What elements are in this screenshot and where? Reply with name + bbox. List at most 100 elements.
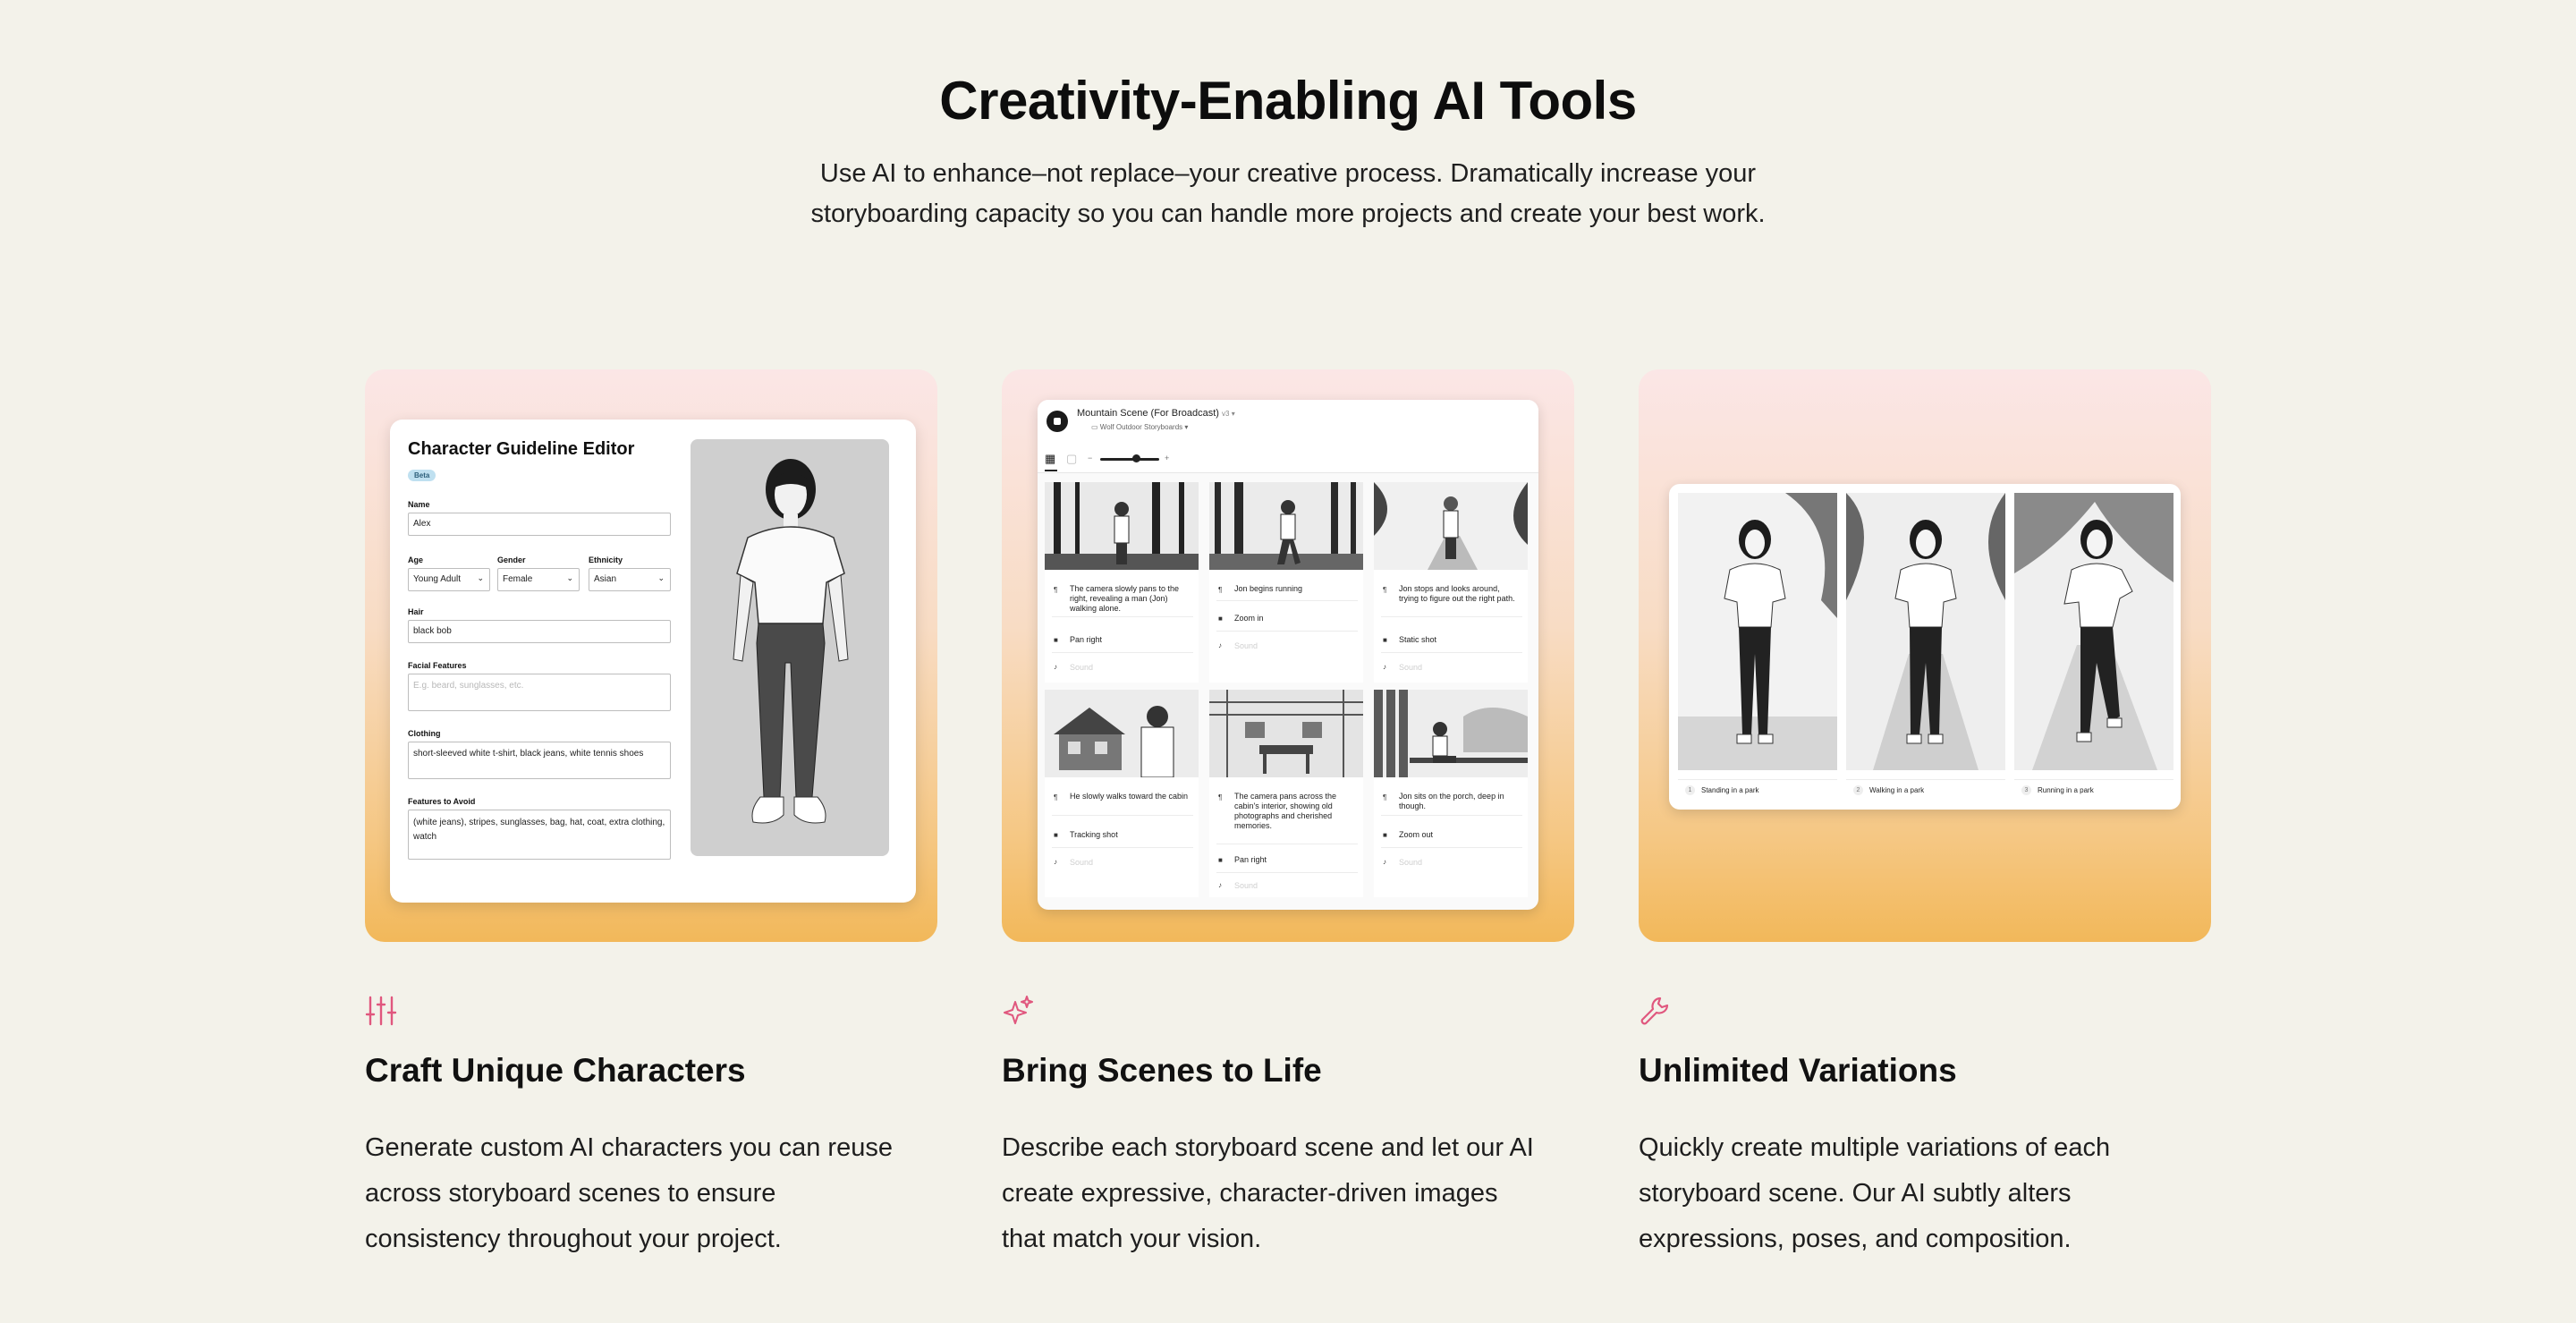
divider [1381, 815, 1522, 816]
frame-description[interactable]: Jon stops and looks around, trying to fi… [1399, 584, 1521, 604]
name-field[interactable]: Alex [408, 513, 671, 536]
gender-select[interactable]: Female ⌄ [497, 568, 580, 591]
frame-image [1374, 482, 1528, 570]
frame-image [1209, 690, 1363, 777]
frame-description[interactable]: He slowly walks toward the cabin [1070, 792, 1191, 801]
cabin-interior-illustration [1209, 690, 1363, 777]
section-subtitle: Use AI to enhance–not replace–your creat… [733, 154, 1843, 234]
divider [1052, 616, 1193, 617]
variation-caption-text: Walking in a park [1869, 786, 1925, 794]
desc-line: Generate custom AI characters you can re… [365, 1133, 893, 1162]
frame-sound[interactable]: Sound [1399, 858, 1521, 868]
woman-walking-illustration [1846, 493, 2005, 770]
zoom-in-icon[interactable]: + [1165, 454, 1169, 462]
zoom-out-icon[interactable]: − [1088, 454, 1092, 462]
hair-value: black bob [413, 626, 452, 636]
storyboard-toolbar: ▦ ▢ − + [1038, 445, 1538, 473]
description-icon: ¶ [1383, 586, 1387, 594]
feature-desc-variations: Quickly create multiple variations of ea… [1639, 1125, 2229, 1262]
frame-sound[interactable]: Sound [1070, 663, 1191, 673]
storyboard-frame-4[interactable]: ¶ He slowly walks toward the cabin ■ Tra… [1045, 690, 1199, 897]
frame-shot[interactable]: Zoom in [1234, 614, 1356, 623]
desc-line: Quickly create multiple variations of ea… [1639, 1133, 2111, 1162]
active-view-underline [1045, 470, 1057, 471]
sparkles-icon [1004, 996, 1033, 1024]
desc-line: storyboard scene. Our AI subtly alters [1639, 1179, 2072, 1208]
frame-shot[interactable]: Static shot [1399, 635, 1521, 645]
divider [1381, 652, 1522, 653]
divider [1216, 872, 1358, 873]
facial-features-field[interactable]: E.g. beard, sunglasses, etc. [408, 674, 671, 711]
ethnicity-select[interactable]: Asian ⌄ [589, 568, 671, 591]
storyboard-title[interactable]: Mountain Scene (For Broadcast) v3 ▾ [1077, 408, 1235, 419]
variation-image [1846, 493, 2005, 770]
feature-card-scenes: Mountain Scene (For Broadcast) v3 ▾ ▭ Wo… [1002, 369, 1574, 942]
storyboard-frame-3[interactable]: ¶ Jon stops and looks around, trying to … [1374, 482, 1528, 683]
frame-shot[interactable]: Zoom out [1399, 830, 1521, 840]
frame-sound[interactable]: Sound [1234, 641, 1356, 651]
frame-sound[interactable]: Sound [1070, 858, 1191, 868]
woman-standing-illustration [1678, 493, 1837, 770]
frame-image [1209, 482, 1363, 570]
frame-sound[interactable]: Sound [1399, 663, 1521, 673]
storyboard-title-text: Mountain Scene (For Broadcast) [1077, 408, 1219, 419]
app-logo-icon[interactable] [1046, 411, 1068, 432]
divider [1381, 616, 1522, 617]
frame-image [1045, 482, 1199, 570]
forest-path-illustration [1374, 482, 1528, 570]
sound-icon: ♪ [1054, 858, 1057, 866]
frame-description[interactable]: Jon begins running [1234, 584, 1356, 594]
desc-line: across storyboard scenes to ensure [365, 1179, 776, 1208]
features-to-avoid-label: Features to Avoid [408, 797, 476, 806]
facial-features-label: Facial Features [408, 661, 467, 670]
porch-scene-illustration [1374, 690, 1528, 777]
storyboard-frame-5[interactable]: ¶ The camera pans across the cabin's int… [1209, 690, 1363, 897]
storyboard-header: Mountain Scene (For Broadcast) v3 ▾ ▭ Wo… [1038, 400, 1538, 445]
gender-label: Gender [497, 555, 526, 564]
chevron-down-icon: ⌄ [657, 573, 665, 582]
hair-label: Hair [408, 607, 424, 616]
frame-shot[interactable]: Pan right [1070, 635, 1191, 645]
storyboard-frame-1[interactable]: ¶ The camera slowly pans to the right, r… [1045, 482, 1199, 683]
desc-line: that match your vision. [1002, 1225, 1262, 1253]
hair-field[interactable]: black bob [408, 620, 671, 643]
frame-shot[interactable]: Tracking shot [1070, 830, 1191, 840]
divider [1052, 847, 1193, 848]
zoom-slider[interactable] [1100, 458, 1159, 461]
camera-icon: ■ [1054, 636, 1058, 644]
sound-icon: ♪ [1383, 663, 1386, 671]
zoom-slider-handle[interactable] [1132, 454, 1140, 462]
frame-description[interactable]: The camera pans across the cabin's inter… [1234, 792, 1356, 831]
version-dropdown[interactable]: v3 ▾ [1222, 410, 1235, 418]
frame-description[interactable]: Jon sits on the porch, deep in though. [1399, 792, 1521, 811]
frame-shot[interactable]: Pan right [1234, 855, 1356, 865]
desc-line: create expressive, character-driven imag… [1002, 1179, 1498, 1208]
frame-image [1045, 690, 1199, 777]
name-label: Name [408, 500, 430, 509]
frame-description[interactable]: The camera slowly pans to the right, rev… [1070, 584, 1191, 614]
section-title: Creativity-Enabling AI Tools [939, 71, 1637, 131]
frame-sound[interactable]: Sound [1234, 881, 1356, 891]
features-to-avoid-field[interactable]: (white jeans), stripes, sunglasses, bag,… [408, 810, 671, 860]
variation-caption: 1 Standing in a park [1678, 779, 1837, 801]
feature-title-scenes: Bring Scenes to Life [1002, 1052, 1322, 1089]
ethnicity-label: Ethnicity [589, 555, 623, 564]
divider [1052, 652, 1193, 653]
description-icon: ¶ [1218, 586, 1223, 594]
age-select[interactable]: Young Adult ⌄ [408, 568, 490, 591]
folder-icon: ▭ [1091, 423, 1098, 431]
list-view-icon[interactable]: ▢ [1066, 452, 1077, 466]
sound-icon: ♪ [1054, 663, 1057, 671]
grid-view-icon[interactable]: ▦ [1045, 452, 1055, 466]
storyboard-frame-6[interactable]: ¶ Jon sits on the porch, deep in though.… [1374, 690, 1528, 897]
folder-breadcrumb[interactable]: ▭ Wolf Outdoor Storyboards ▾ [1091, 423, 1188, 431]
camera-icon: ■ [1054, 831, 1058, 839]
desc-line: Describe each storyboard scene and let o… [1002, 1133, 1534, 1162]
clothing-field[interactable]: short-sleeved white t-shirt, black jeans… [408, 742, 671, 779]
feature-title-variations: Unlimited Variations [1639, 1052, 1957, 1089]
desc-line: expressions, poses, and composition. [1639, 1225, 2072, 1253]
feature-title-characters: Craft Unique Characters [365, 1052, 746, 1089]
woman-running-illustration [2014, 493, 2174, 770]
storyboard-frame-2[interactable]: ¶ Jon begins running ■ Zoom in ♪ Sound [1209, 482, 1363, 683]
chevron-down-icon: ⌄ [477, 573, 484, 582]
